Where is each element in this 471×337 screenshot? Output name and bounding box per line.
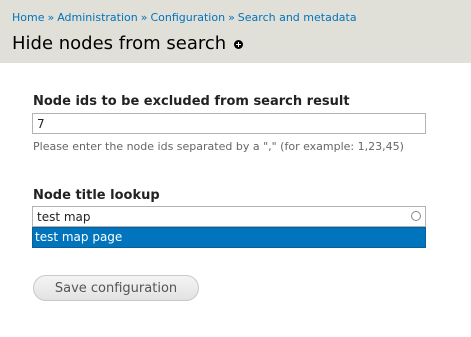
breadcrumb-configuration-link[interactable]: Configuration — [150, 11, 225, 24]
breadcrumb-administration-link[interactable]: Administration — [57, 11, 138, 24]
page-header: Home» Administration» Configuration» Search… — [0, 0, 471, 63]
breadcrumb-search-metadata-link[interactable]: Search and metadata — [238, 11, 357, 24]
autocomplete-suggestion[interactable]: test map page — [32, 227, 426, 248]
add-shortcut-icon[interactable] — [234, 40, 243, 49]
node-ids-input[interactable] — [32, 113, 426, 134]
breadcrumb-separator: » — [140, 11, 148, 24]
node-title-lookup-label: Node title lookup — [33, 188, 160, 203]
breadcrumb-separator: » — [47, 11, 55, 24]
node-ids-description: Please enter the node ids separated by a… — [33, 140, 404, 153]
breadcrumb: Home» Administration» Configuration» Search… — [12, 11, 357, 25]
autocomplete-throbber-icon — [411, 211, 421, 221]
breadcrumb-home-link[interactable]: Home — [12, 11, 44, 24]
breadcrumb-separator: » — [228, 11, 235, 24]
node-title-lookup-input[interactable] — [32, 206, 426, 227]
node-ids-label: Node ids to be excluded from search resu… — [33, 94, 350, 109]
page-title: Hide nodes from search — [12, 33, 227, 54]
save-configuration-button[interactable]: Save configuration — [33, 275, 199, 301]
